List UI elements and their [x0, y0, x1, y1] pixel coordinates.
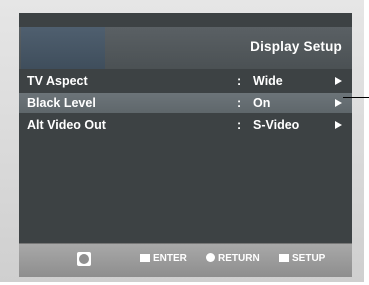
title-bar: Display Setup: [19, 27, 352, 69]
return-icon: [206, 253, 215, 262]
setup-hint: SETUP: [279, 253, 325, 267]
title-accent-block: [21, 27, 105, 69]
menu-item-separator: :: [237, 118, 242, 132]
menu-item-black-level[interactable]: Black Level : On: [19, 93, 352, 113]
page-title: Display Setup: [250, 39, 342, 54]
button-hint-bar: ENTER RETURN SETUP: [19, 243, 352, 277]
menu-item-value: S-Video: [253, 118, 300, 132]
menu-item-tv-aspect[interactable]: TV Aspect : Wide: [19, 71, 352, 91]
menu-item-value: On: [253, 96, 271, 110]
setup-icon: [279, 253, 289, 262]
menu-item-separator: :: [237, 96, 242, 110]
arrow-right-icon: [335, 99, 342, 107]
enter-label: ENTER: [153, 253, 187, 264]
menu-item-label: Alt Video Out: [27, 118, 106, 132]
callout-line: [343, 97, 369, 98]
osd-screen: Display Setup TV Aspect : Wide Black Lev…: [19, 13, 352, 276]
arrow-right-icon: [335, 121, 342, 129]
setup-label: SETUP: [292, 253, 326, 264]
menu-item-alt-video-out[interactable]: Alt Video Out : S-Video: [19, 115, 352, 135]
return-hint: RETURN: [206, 253, 260, 267]
menu-item-label: TV Aspect: [27, 74, 88, 88]
menu-item-label: Black Level: [27, 96, 96, 110]
menu-item-value: Wide: [253, 74, 283, 88]
enter-hint: ENTER: [140, 253, 187, 267]
return-label: RETURN: [218, 253, 260, 264]
arrow-right-icon: [335, 77, 342, 85]
menu-item-separator: :: [237, 74, 242, 88]
navigation-pad-icon: [77, 252, 91, 266]
enter-icon: [140, 253, 150, 262]
